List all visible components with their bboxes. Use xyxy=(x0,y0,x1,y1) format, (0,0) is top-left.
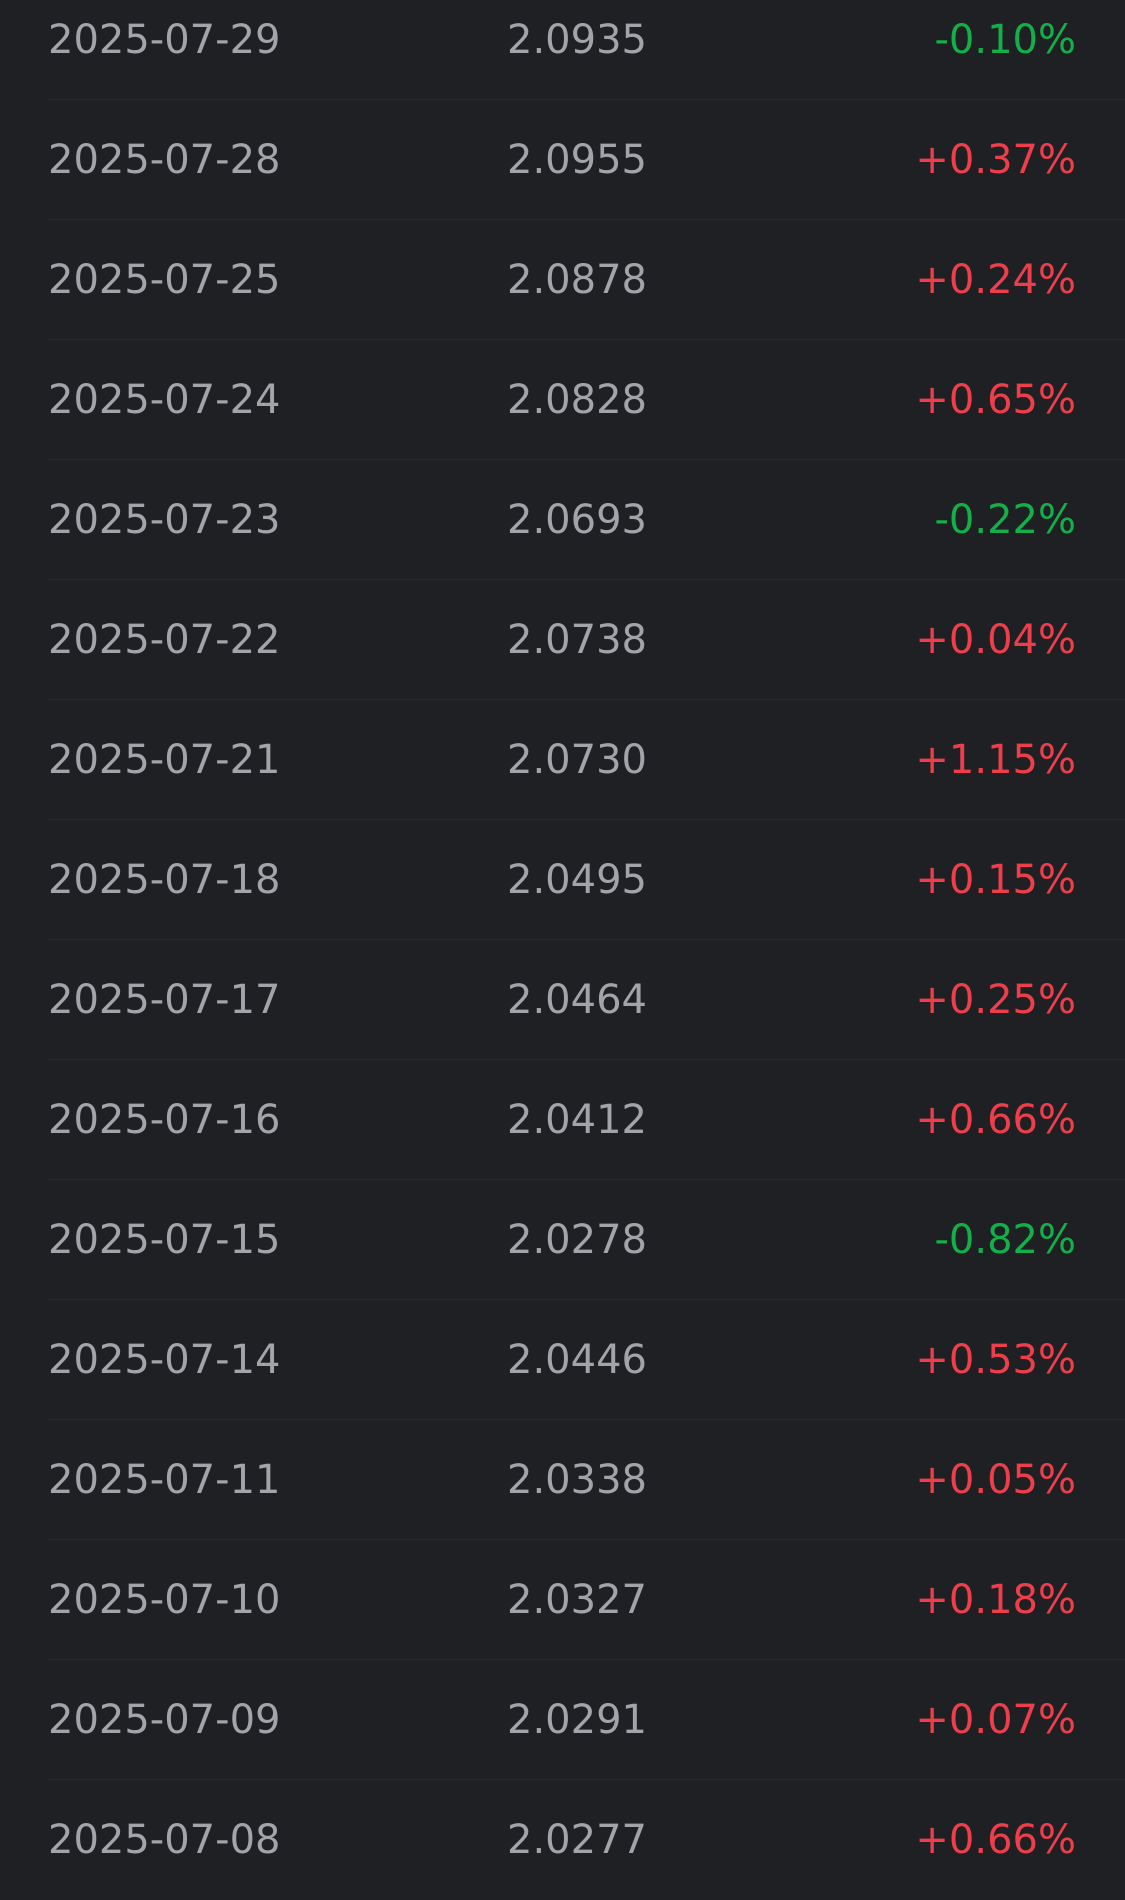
row-value: 2.0464 xyxy=(507,977,647,1023)
row-value: 2.0446 xyxy=(507,1337,647,1383)
row-change: +0.25% xyxy=(915,977,1076,1023)
list-item[interactable]: 2025-07-25 2.0878 +0.24% xyxy=(0,220,1125,340)
row-change: +0.65% xyxy=(915,377,1076,423)
row-date: 2025-07-11 xyxy=(48,1457,281,1503)
list-item[interactable]: 2025-07-23 2.0693 -0.22% xyxy=(0,460,1125,580)
row-date: 2025-07-14 xyxy=(48,1337,281,1383)
row-date: 2025-07-23 xyxy=(48,497,281,543)
list-item[interactable]: 2025-07-28 2.0955 +0.37% xyxy=(0,100,1125,220)
row-value: 2.0693 xyxy=(507,497,647,543)
row-change: +0.05% xyxy=(915,1457,1076,1503)
row-date: 2025-07-16 xyxy=(48,1097,281,1143)
row-value: 2.0412 xyxy=(507,1097,647,1143)
row-value: 2.0935 xyxy=(507,17,647,63)
list-item[interactable]: 2025-07-14 2.0446 +0.53% xyxy=(0,1300,1125,1420)
list-item[interactable]: 2025-07-09 2.0291 +0.07% xyxy=(0,1660,1125,1780)
nav-history-list: 2025-07-29 2.0935 -0.10% 2025-07-28 2.0955 +0… xyxy=(0,0,1125,1900)
list-item[interactable]: 2025-07-22 2.0738 +0.04% xyxy=(0,580,1125,700)
row-date: 2025-07-15 xyxy=(48,1217,281,1263)
list-item[interactable]: 2025-07-15 2.0278 -0.82% xyxy=(0,1180,1125,1300)
row-value: 2.0878 xyxy=(507,257,647,303)
row-value: 2.0955 xyxy=(507,137,647,183)
row-change: -0.22% xyxy=(934,497,1076,543)
list-item[interactable]: 2025-07-11 2.0338 +0.05% xyxy=(0,1420,1125,1540)
list-item[interactable]: 2025-07-17 2.0464 +0.25% xyxy=(0,940,1125,1060)
row-change: +0.66% xyxy=(915,1097,1076,1143)
row-change: +0.66% xyxy=(915,1817,1076,1863)
row-change: +0.53% xyxy=(915,1337,1076,1383)
row-value: 2.0738 xyxy=(507,617,647,663)
row-value: 2.0291 xyxy=(507,1697,647,1743)
row-value: 2.0828 xyxy=(507,377,647,423)
row-date: 2025-07-29 xyxy=(48,17,281,63)
list-item[interactable]: 2025-07-24 2.0828 +0.65% xyxy=(0,340,1125,460)
row-date: 2025-07-22 xyxy=(48,617,281,663)
list-item[interactable]: 2025-07-08 2.0277 +0.66% xyxy=(0,1780,1125,1900)
row-change: +0.37% xyxy=(915,137,1076,183)
row-value: 2.0277 xyxy=(507,1817,647,1863)
row-date: 2025-07-28 xyxy=(48,137,281,183)
row-date: 2025-07-09 xyxy=(48,1697,281,1743)
row-value: 2.0730 xyxy=(507,737,647,783)
row-change: +0.15% xyxy=(915,857,1076,903)
row-value: 2.0327 xyxy=(507,1577,647,1623)
list-item[interactable]: 2025-07-21 2.0730 +1.15% xyxy=(0,700,1125,820)
row-change: +0.07% xyxy=(915,1697,1076,1743)
list-item[interactable]: 2025-07-29 2.0935 -0.10% xyxy=(0,0,1125,100)
row-date: 2025-07-17 xyxy=(48,977,281,1023)
row-value: 2.0338 xyxy=(507,1457,647,1503)
row-change: +0.24% xyxy=(915,257,1076,303)
row-value: 2.0278 xyxy=(507,1217,647,1263)
row-change: -0.82% xyxy=(934,1217,1076,1263)
list-item[interactable]: 2025-07-18 2.0495 +0.15% xyxy=(0,820,1125,940)
row-date: 2025-07-08 xyxy=(48,1817,281,1863)
row-date: 2025-07-10 xyxy=(48,1577,281,1623)
row-date: 2025-07-18 xyxy=(48,857,281,903)
row-date: 2025-07-21 xyxy=(48,737,281,783)
row-change: -0.10% xyxy=(934,17,1076,63)
row-change: +1.15% xyxy=(915,737,1076,783)
row-change: +0.04% xyxy=(915,617,1076,663)
row-change: +0.18% xyxy=(915,1577,1076,1623)
row-value: 2.0495 xyxy=(507,857,647,903)
row-date: 2025-07-25 xyxy=(48,257,281,303)
list-item[interactable]: 2025-07-16 2.0412 +0.66% xyxy=(0,1060,1125,1180)
row-date: 2025-07-24 xyxy=(48,377,281,423)
list-item[interactable]: 2025-07-10 2.0327 +0.18% xyxy=(0,1540,1125,1660)
